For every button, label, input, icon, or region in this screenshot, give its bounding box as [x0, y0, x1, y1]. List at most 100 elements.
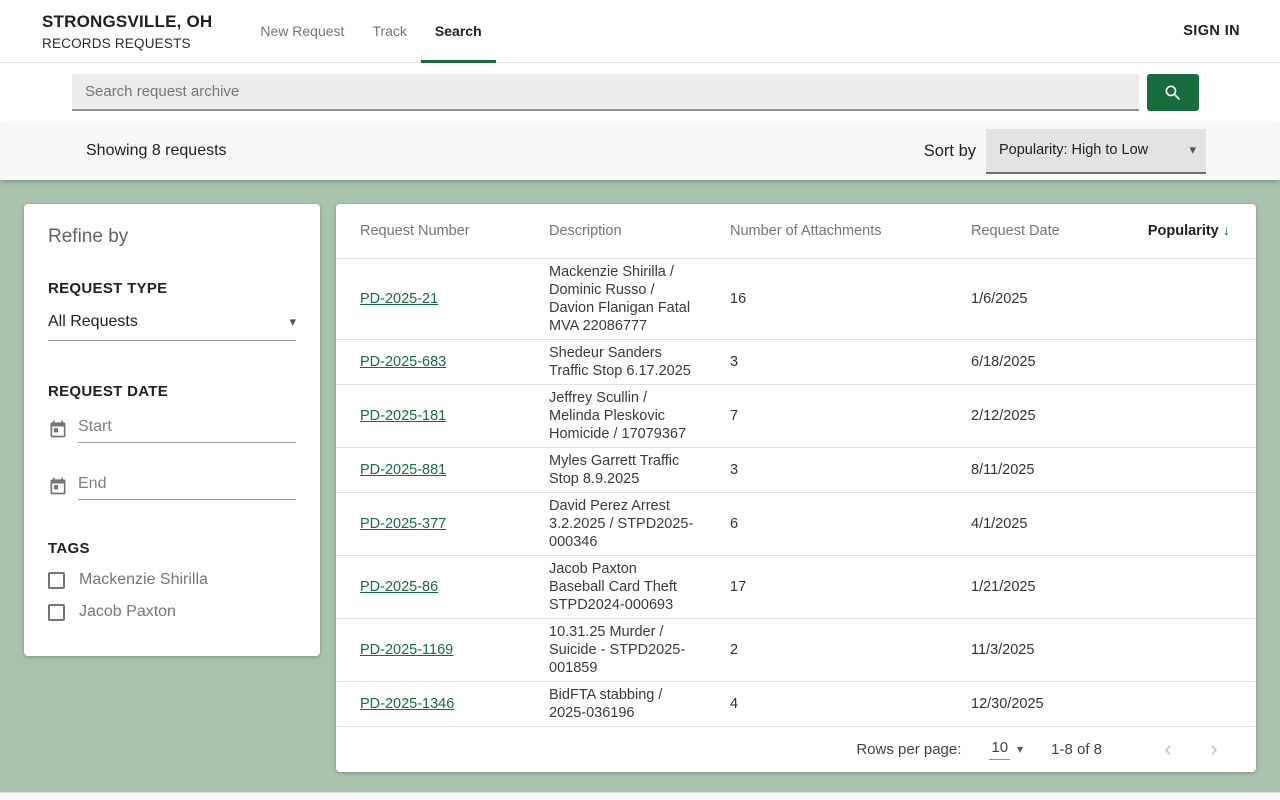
sort-desc-icon: ↓ — [1222, 222, 1230, 239]
table-row: PD-2025-181 Jeffrey Scullin / Melinda Pl… — [336, 384, 1256, 448]
column-header-description[interactable]: Description — [549, 204, 730, 259]
request-type-heading: REQUEST TYPE — [48, 280, 168, 297]
table-row: PD-2025-86 Jacob Paxton Baseball Card Th… — [336, 555, 1256, 619]
end-date-input[interactable] — [78, 473, 296, 500]
search-input[interactable] — [72, 74, 1139, 111]
request-number-link[interactable]: PD-2025-683 — [360, 354, 446, 370]
request-description: Jeffrey Scullin / Melinda Pleskovic Homi… — [549, 384, 730, 448]
tags-heading: TAGS — [48, 540, 90, 557]
tag-checkbox-jacob-paxton[interactable]: Jacob Paxton — [48, 603, 296, 621]
request-date: 4/1/2025 — [971, 492, 1137, 556]
request-date: 12/30/2025 — [971, 681, 1137, 727]
requests-table: Request Number Description Number of Att… — [336, 204, 1256, 727]
popularity-cell — [1137, 618, 1256, 682]
refine-title: Refine by — [48, 226, 129, 247]
column-header-popularity[interactable]: Popularity ↓ — [1137, 204, 1256, 259]
request-description: David Perez Arrest 3.2.2025 / STPD2025-0… — [549, 492, 730, 556]
request-description: Mackenzie Shirilla / Dominic Russo / Dav… — [549, 258, 730, 340]
pagination-bar: Rows per page: 10 ▾ 1-8 of 8 ‹ › — [336, 727, 1256, 773]
results-summary-bar: Showing 8 requests Sort by Popularity: H… — [0, 122, 1280, 180]
request-number-link[interactable]: PD-2025-21 — [360, 291, 438, 307]
sort-by-value: Popularity: High to Low — [999, 142, 1149, 158]
popularity-cell — [1137, 339, 1256, 385]
request-number-link[interactable]: PD-2025-881 — [360, 462, 446, 478]
table-row: PD-2025-881 Myles Garrett Traffic Stop 8… — [336, 447, 1256, 493]
popularity-cell — [1137, 447, 1256, 493]
site-title: STRONGSVILLE, OH — [42, 11, 213, 31]
table-row: PD-2025-1346 BidFTA stabbing / 2025-0361… — [336, 681, 1256, 727]
end-date-field — [48, 473, 296, 500]
previous-page-button[interactable]: ‹ — [1154, 735, 1182, 763]
start-date-input[interactable] — [78, 416, 296, 443]
popularity-cell — [1137, 384, 1256, 448]
checkbox-icon[interactable] — [48, 571, 65, 589]
attachment-count: 4 — [730, 681, 971, 727]
chevron-down-icon: ▾ — [289, 314, 296, 329]
request-description: Shedeur Sanders Traffic Stop 6.17.2025 — [549, 339, 730, 385]
request-description: Jacob Paxton Baseball Card Theft STPD202… — [549, 555, 730, 619]
tag-checkbox-mackenzie-shirilla[interactable]: Mackenzie Shirilla — [48, 571, 296, 589]
records-request-app: STRONGSVILLE, OH RECORDS REQUESTS New Re… — [0, 0, 1280, 800]
request-number-link[interactable]: PD-2025-181 — [360, 408, 446, 424]
sort-by-select[interactable]: Popularity: High to Low ▾ — [986, 128, 1206, 174]
search-icon — [1163, 83, 1183, 103]
search-bar-section — [0, 63, 1280, 122]
attachment-count: 2 — [730, 618, 971, 682]
rows-per-page-select[interactable]: 10 ▾ — [989, 739, 1023, 760]
column-header-attachments[interactable]: Number of Attachments — [730, 204, 971, 259]
rows-per-page-label: Rows per page: — [856, 740, 962, 758]
sign-in-button[interactable]: SIGN IN — [1183, 23, 1240, 39]
footer-strip — [0, 792, 1280, 800]
popularity-cell — [1137, 555, 1256, 619]
pagination-range: 1-8 of 8 — [1051, 740, 1102, 758]
rows-per-page-value: 10 — [989, 739, 1011, 760]
table-row: PD-2025-1169 10.31.25 Murder / Suicide -… — [336, 618, 1256, 682]
start-date-field — [48, 416, 296, 443]
request-description: Myles Garrett Traffic Stop 8.9.2025 — [549, 447, 730, 493]
popularity-cell — [1137, 681, 1256, 727]
attachment-count: 7 — [730, 384, 971, 448]
popularity-cell — [1137, 258, 1256, 340]
chevron-down-icon: ▾ — [1017, 742, 1024, 757]
sort-by-label: Sort by — [923, 141, 976, 160]
request-date: 1/6/2025 — [971, 258, 1137, 340]
request-date: 11/3/2025 — [971, 618, 1137, 682]
attachment-count: 3 — [730, 339, 971, 385]
site-subtitle: RECORDS REQUESTS — [42, 35, 191, 51]
popularity-cell — [1137, 492, 1256, 556]
table-header-row: Request Number Description Number of Att… — [336, 204, 1256, 259]
sort-by-group: Sort by Popularity: High to Low ▾ — [923, 128, 1206, 174]
column-header-request-number[interactable]: Request Number — [336, 204, 549, 259]
table-row: PD-2025-377 David Perez Arrest 3.2.2025 … — [336, 492, 1256, 556]
request-date: 8/11/2025 — [971, 447, 1137, 493]
attachment-count: 17 — [730, 555, 971, 619]
request-description: 10.31.25 Murder / Suicide - STPD2025-001… — [549, 618, 730, 682]
request-number-link[interactable]: PD-2025-86 — [360, 579, 438, 595]
request-date: 2/12/2025 — [971, 384, 1137, 448]
search-button[interactable] — [1147, 74, 1199, 111]
column-header-request-date[interactable]: Request Date — [971, 204, 1137, 259]
table-row: PD-2025-683 Shedeur Sanders Traffic Stop… — [336, 339, 1256, 385]
tag-label: Mackenzie Shirilla — [79, 571, 208, 588]
request-description: BidFTA stabbing / 2025-036196 — [549, 681, 730, 727]
site-brand: STRONGSVILLE, OH RECORDS REQUESTS — [42, 12, 212, 51]
request-type-select[interactable]: All Requests ▾ — [48, 313, 296, 341]
nav-item-track[interactable]: Track — [358, 0, 420, 63]
nav-item-search[interactable]: Search — [420, 0, 496, 63]
primary-nav: New Request Track Search — [246, 0, 496, 63]
nav-item-new-request[interactable]: New Request — [246, 0, 358, 63]
attachment-count: 6 — [730, 492, 971, 556]
request-date: 6/18/2025 — [971, 339, 1137, 385]
next-page-button[interactable]: › — [1200, 735, 1228, 763]
request-number-link[interactable]: PD-2025-1169 — [360, 642, 453, 658]
request-number-link[interactable]: PD-2025-1346 — [360, 696, 454, 712]
request-date-heading: REQUEST DATE — [48, 383, 168, 400]
calendar-icon — [48, 419, 68, 439]
calendar-icon — [48, 476, 68, 496]
table-row: PD-2025-21 Mackenzie Shirilla / Dominic … — [336, 258, 1256, 340]
chevron-down-icon: ▾ — [1189, 142, 1196, 157]
checkbox-icon[interactable] — [48, 603, 65, 621]
attachment-count: 16 — [730, 258, 971, 340]
request-number-link[interactable]: PD-2025-377 — [360, 516, 446, 532]
request-type-value: All Requests — [48, 313, 138, 330]
